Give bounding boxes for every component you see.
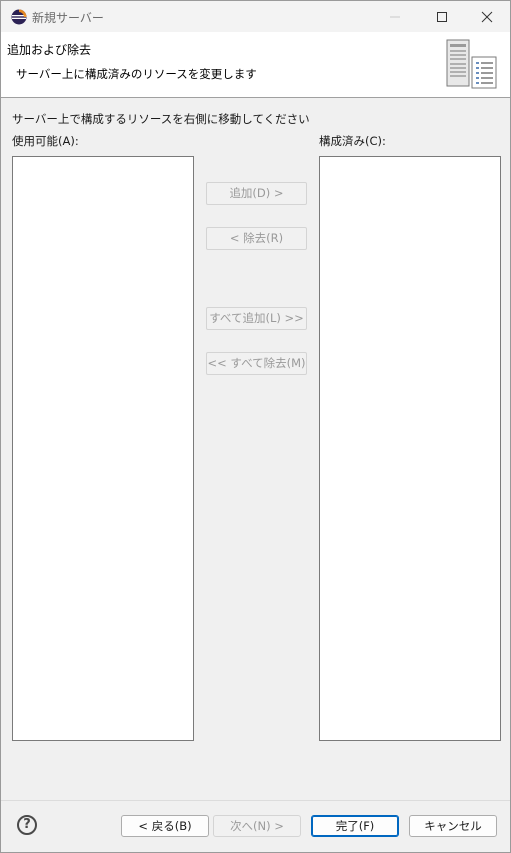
configured-label: 構成済み(C):	[319, 134, 386, 148]
instruction-text: サーバー上で構成するリソースを右側に移動してください	[12, 112, 310, 126]
banner-title: 追加および除去	[7, 43, 92, 57]
cancel-button[interactable]: キャンセル	[409, 815, 497, 837]
maximize-icon	[437, 12, 447, 22]
minimize-button[interactable]	[372, 1, 418, 32]
next-button[interactable]: 次へ(N) >	[213, 815, 301, 837]
add-all-button[interactable]: すべて追加(L) >>	[206, 307, 307, 330]
close-button[interactable]	[464, 1, 510, 32]
new-server-dialog: 新規サーバー 追加および除去 サーバー上に構成済みのリソースを変更します サーバ…	[0, 0, 511, 853]
eclipse-icon	[11, 9, 27, 25]
wizard-banner: 追加および除去 サーバー上に構成済みのリソースを変更します	[1, 32, 510, 98]
back-button[interactable]: < 戻る(B)	[121, 815, 209, 837]
close-icon	[481, 11, 493, 23]
maximize-button[interactable]	[419, 1, 465, 32]
banner-description: サーバー上に構成済みのリソースを変更します	[16, 67, 257, 81]
add-button[interactable]: 追加(D) >	[206, 182, 307, 205]
help-icon[interactable]: ?	[17, 815, 37, 835]
window-title: 新規サーバー	[32, 11, 104, 25]
footer-separator	[1, 800, 510, 801]
server-wizard-icon	[446, 39, 497, 89]
title-bar[interactable]: 新規サーバー	[1, 1, 510, 32]
finish-button[interactable]: 完了(F)	[311, 815, 399, 837]
minimize-icon	[390, 16, 400, 18]
available-resources-list[interactable]	[12, 156, 194, 741]
available-label: 使用可能(A):	[12, 134, 79, 148]
remove-button[interactable]: < 除去(R)	[206, 227, 307, 250]
configured-resources-list[interactable]	[319, 156, 501, 741]
remove-all-button[interactable]: << すべて除去(M)	[206, 352, 307, 375]
